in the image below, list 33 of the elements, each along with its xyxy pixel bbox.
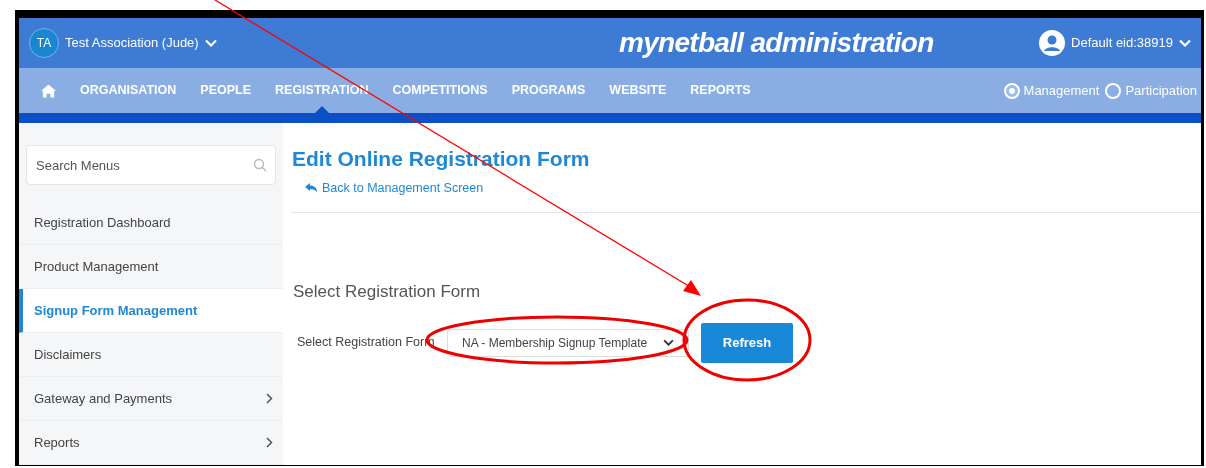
sidebar-item[interactable]: Disclaimers [19,333,283,377]
section-title: Select Registration Form [293,281,482,304]
form-select[interactable]: NA - Membership Signup Template [447,328,689,357]
chevron-down-icon [663,339,674,347]
app-title: mynetball administration [619,26,935,60]
sidebar-item[interactable]: Signup Form Management [19,289,283,333]
chevron-down-icon [204,39,217,47]
nav-tab[interactable]: PROGRAMS [499,68,598,113]
chevron-down-icon [1179,39,1191,47]
nav-tab[interactable]: PEOPLE [188,68,263,113]
org-name[interactable]: Test Association (Jude) [65,33,199,53]
nav-tab[interactable]: REPORTS [678,68,763,113]
radio-label[interactable]: Management [1023,80,1100,101]
home-icon [41,83,56,98]
refresh-button[interactable]: Refresh [701,322,793,363]
sidebar-item[interactable]: Reports [19,421,283,465]
search-field[interactable]: Search Menus [26,145,276,185]
sidebar-item[interactable]: Gateway and Payments [19,377,283,421]
nav-tab[interactable]: WEBSITE [597,68,679,113]
radio-label[interactable]: Participation [1125,80,1197,101]
reply-arrow-icon [305,182,317,193]
radio-button[interactable] [1003,82,1020,99]
chevron-right-icon [266,437,273,448]
back-link[interactable]: Back to Management Screen [305,178,484,198]
search-icon [253,158,267,172]
radio-button[interactable] [1105,82,1122,99]
user-name[interactable]: Default eid:38919 [1071,33,1173,53]
user-avatar-icon[interactable] [1039,30,1066,56]
chevron-right-icon [266,393,273,404]
nav-tab[interactable]: ORGANISATION [68,68,189,113]
org-avatar[interactable]: TA [29,28,59,58]
nav-tab[interactable]: COMPETITIONS [380,68,500,113]
sidebar-item[interactable]: Registration Dashboard [19,201,283,245]
